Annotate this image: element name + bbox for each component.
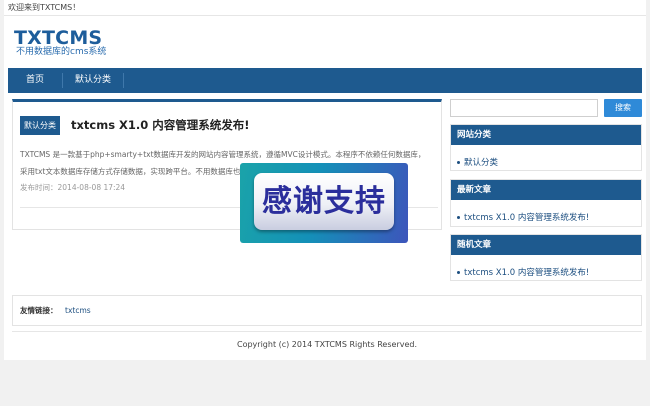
- post-date: 发布时间：2014-08-08 17:24: [20, 183, 126, 192]
- thanks-overlay: 感谢支持: [240, 163, 408, 243]
- search-input[interactable]: [450, 99, 598, 117]
- widget-title: 随机文章: [451, 235, 641, 255]
- footer-copyright: Copyright (c) 2014 TXTCMS Rights Reserve…: [236, 340, 418, 349]
- welcome-text: 欢迎来到TXTCMS！: [8, 3, 81, 12]
- site-logo[interactable]: TXTCMS: [14, 28, 102, 48]
- bullet-icon: [457, 216, 460, 219]
- widget-categories: 网站分类 默认分类: [450, 124, 642, 171]
- widget-random-posts: 随机文章 txtcms X1.0 内容管理系统发布!: [450, 234, 642, 281]
- sidebar-category-link[interactable]: 默认分类: [451, 156, 641, 170]
- post-category-badge[interactable]: 默认分类: [20, 116, 60, 135]
- thanks-badge: 感谢支持: [254, 173, 394, 230]
- widget-title: 最新文章: [451, 180, 641, 200]
- widget-title: 网站分类: [451, 125, 641, 145]
- top-welcome-bar: 欢迎来到TXTCMS！: [4, 0, 646, 16]
- post-title[interactable]: txtcms X1.0 内容管理系统发布!: [71, 117, 250, 133]
- widget-latest-posts: 最新文章 txtcms X1.0 内容管理系统发布!: [450, 179, 642, 227]
- main-nav: 首页 默认分类: [8, 68, 642, 93]
- search-button[interactable]: 搜索: [604, 99, 642, 117]
- latest-post-link[interactable]: txtcms X1.0 内容管理系统发布!: [451, 211, 641, 225]
- thanks-text: 感谢支持: [262, 184, 386, 219]
- bullet-icon: [457, 271, 460, 274]
- friend-links: 友情链接： txtcms: [12, 295, 642, 326]
- nav-item-home[interactable]: 首页: [8, 68, 62, 93]
- friend-links-label: 友情链接：: [20, 306, 58, 315]
- nav-divider: [123, 73, 124, 88]
- bullet-icon: [457, 161, 460, 164]
- nav-item-default-category[interactable]: 默认分类: [63, 68, 123, 93]
- footer-divider: [12, 331, 642, 332]
- site-tagline: 不用数据库的cms系统: [16, 47, 107, 57]
- friend-link[interactable]: txtcms: [65, 296, 91, 325]
- post-excerpt-line: TXTCMS 是一款基于php+smarty+txt数据库开发的网站内容管理系统…: [20, 150, 426, 159]
- sidebar-category-label: 默认分类: [464, 158, 499, 168]
- random-post-link[interactable]: txtcms X1.0 内容管理系统发布!: [451, 266, 641, 280]
- latest-post-label: txtcms X1.0 内容管理系统发布!: [464, 213, 590, 223]
- random-post-label: txtcms X1.0 内容管理系统发布!: [464, 268, 590, 278]
